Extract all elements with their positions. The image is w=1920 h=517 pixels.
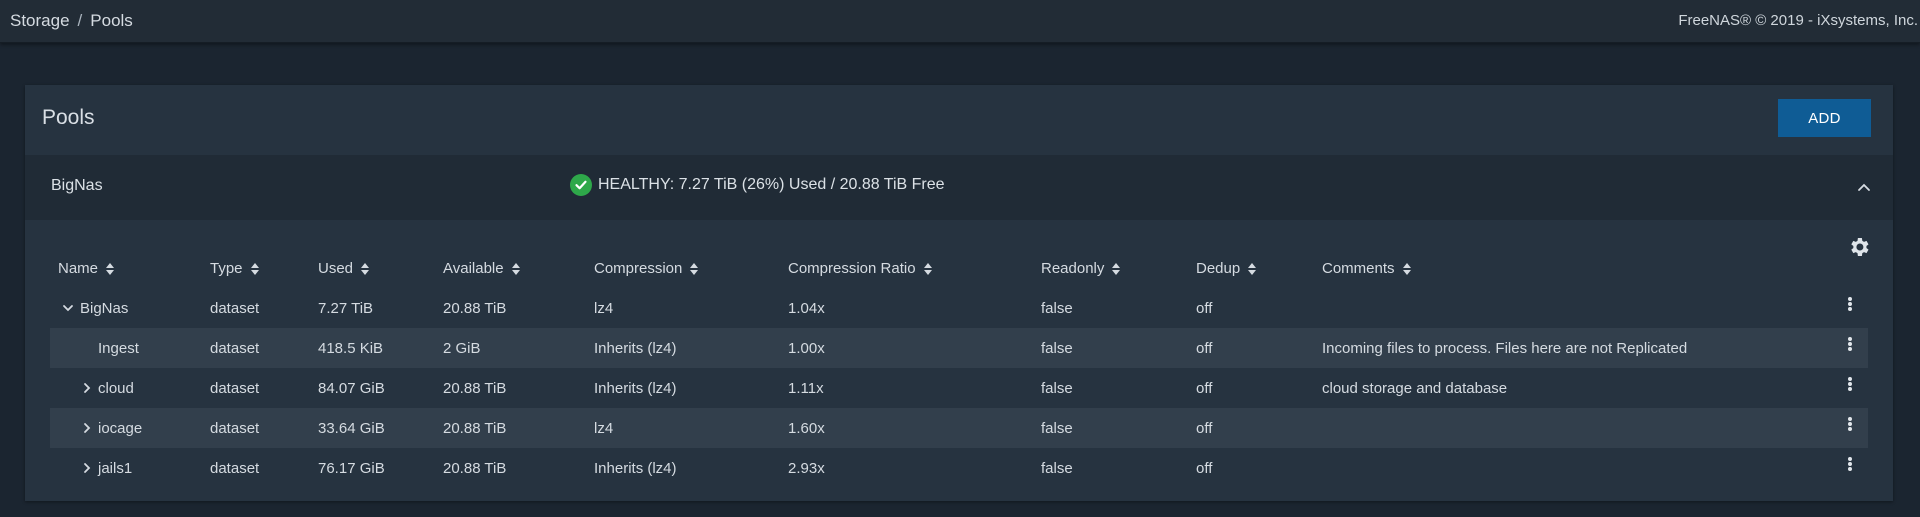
table-row[interactable]: cloud dataset 84.07 GiB 20.88 TiB Inheri… [50, 368, 1868, 408]
sort-icon [511, 262, 520, 275]
breadcrumb: Storage / Pools [10, 11, 133, 31]
cell-compression-ratio: 1.11x [788, 380, 824, 397]
cell-available: 20.88 TiB [443, 300, 507, 317]
cell-comments: Incoming files to process. Files here ar… [1322, 340, 1688, 357]
cell-name: jails1 [98, 460, 133, 477]
column-header-label: Comments [1322, 260, 1395, 277]
cell-dedup: off [1196, 340, 1213, 357]
pool-name: BigNas [51, 177, 103, 194]
cell-compression: lz4 [594, 300, 614, 317]
column-header-label: Compression [594, 260, 683, 277]
chevron-right-icon[interactable] [80, 381, 94, 395]
cell-type: dataset [210, 380, 260, 397]
more-vertical-icon[interactable] [1844, 413, 1856, 435]
copyright-text: FreeNAS® © 2019 - iXsystems, Inc. [1678, 12, 1918, 29]
page-title: Pools [42, 106, 95, 129]
table-row[interactable]: BigNas dataset 7.27 TiB 20.88 TiB lz4 1.… [50, 288, 1868, 328]
add-pool-button[interactable]: ADD [1778, 99, 1871, 137]
column-header-readonly[interactable]: Readonly [1041, 260, 1121, 277]
cell-compression-ratio: 1.04x [788, 300, 825, 317]
more-vertical-icon[interactable] [1844, 293, 1856, 315]
table-row[interactable]: jails1 dataset 76.17 GiB 20.88 TiB Inher… [50, 448, 1868, 488]
cell-comments: cloud storage and database [1322, 380, 1508, 397]
sort-icon [1112, 262, 1121, 275]
sort-icon [1402, 262, 1411, 275]
column-header-label: Name [58, 260, 99, 277]
column-header-name[interactable]: Name [58, 260, 115, 277]
chevron-right-icon[interactable] [80, 461, 94, 475]
cell-compression: lz4 [594, 420, 614, 437]
sort-icon [361, 262, 370, 275]
table-row[interactable]: iocage dataset 33.64 GiB 20.88 TiB lz4 1… [50, 408, 1868, 448]
column-header-label: Dedup [1196, 260, 1241, 277]
column-header-dedup[interactable]: Dedup [1196, 260, 1257, 277]
sort-icon [250, 262, 259, 275]
cell-readonly: false [1041, 300, 1073, 317]
column-header-label: Type [210, 260, 243, 277]
cell-type: dataset [210, 340, 260, 357]
column-header-compression-ratio[interactable]: Compression Ratio [788, 260, 933, 277]
table-row[interactable]: Ingest dataset 418.5 KiB 2 GiB Inherits … [50, 328, 1868, 368]
column-header-used[interactable]: Used [318, 260, 370, 277]
cell-name: BigNas [80, 300, 129, 317]
cell-compression-ratio: 2.93x [788, 460, 825, 477]
cell-dedup: off [1196, 300, 1213, 317]
chevron-right-icon[interactable] [80, 421, 94, 435]
pool-status: HEALTHY: 7.27 TiB (26%) Used / 20.88 TiB… [570, 174, 945, 196]
column-header-label: Compression Ratio [788, 260, 916, 277]
breadcrumb-separator: / [77, 11, 83, 30]
cell-name: iocage [98, 420, 143, 437]
sort-icon [106, 262, 115, 275]
pools-card: Pools ADD BigNas HEALTHY: 7.27 TiB (26%)… [25, 85, 1893, 501]
sort-icon [923, 262, 932, 275]
cell-name: cloud [98, 380, 134, 397]
cell-available: 20.88 TiB [443, 380, 507, 397]
cell-compression: Inherits (lz4) [594, 460, 677, 477]
column-header-compression[interactable]: Compression [594, 260, 699, 277]
cell-readonly: false [1041, 380, 1073, 397]
cell-compression-ratio: 1.60x [788, 420, 825, 437]
cell-compression-ratio: 1.00x [788, 340, 825, 357]
cell-compression: Inherits (lz4) [594, 380, 677, 397]
cell-dedup: off [1196, 420, 1213, 437]
more-vertical-icon[interactable] [1844, 373, 1856, 395]
cell-used: 84.07 GiB [318, 380, 385, 397]
sort-icon [1248, 262, 1257, 275]
pool-header[interactable]: BigNas HEALTHY: 7.27 TiB (26%) Used / 20… [25, 155, 1893, 220]
column-header-label: Available [443, 260, 504, 277]
more-vertical-icon[interactable] [1844, 453, 1856, 475]
chevron-down-icon[interactable] [61, 301, 75, 315]
column-header-comments[interactable]: Comments [1322, 260, 1412, 277]
sort-icon [690, 262, 699, 275]
breadcrumb-pools: Pools [90, 11, 133, 30]
gear-icon[interactable] [1847, 235, 1871, 259]
cell-used: 418.5 KiB [318, 340, 384, 357]
cell-used: 33.64 GiB [318, 420, 385, 437]
column-header-type[interactable]: Type [210, 260, 260, 277]
cell-type: dataset [210, 420, 260, 437]
cell-type: dataset [210, 460, 260, 477]
cell-name: Ingest [98, 340, 139, 357]
chevron-up-icon[interactable] [1855, 178, 1873, 196]
column-header-label: Used [318, 260, 354, 277]
cell-type: dataset [210, 300, 260, 317]
top-bar: Storage / Pools FreeNAS® © 2019 - iXsystem… [0, 0, 1920, 43]
cell-used: 7.27 TiB [318, 300, 374, 317]
cell-compression: Inherits (lz4) [594, 340, 677, 357]
check-circle-icon [570, 174, 592, 196]
cell-used: 76.17 GiB [318, 460, 385, 477]
cell-readonly: false [1041, 460, 1073, 477]
cell-readonly: false [1041, 340, 1073, 357]
column-header-label: Readonly [1041, 260, 1105, 277]
cell-dedup: off [1196, 380, 1213, 397]
cell-readonly: false [1041, 420, 1073, 437]
column-header-available[interactable]: Available [443, 260, 521, 277]
cell-dedup: off [1196, 460, 1213, 477]
cell-available: 20.88 TiB [443, 460, 507, 477]
cell-available: 2 GiB [443, 340, 481, 357]
pool-status-text: HEALTHY: 7.27 TiB (26%) Used / 20.88 TiB… [598, 176, 945, 193]
more-vertical-icon[interactable] [1844, 333, 1856, 355]
cell-available: 20.88 TiB [443, 420, 507, 437]
breadcrumb-storage-link[interactable]: Storage [10, 11, 70, 30]
